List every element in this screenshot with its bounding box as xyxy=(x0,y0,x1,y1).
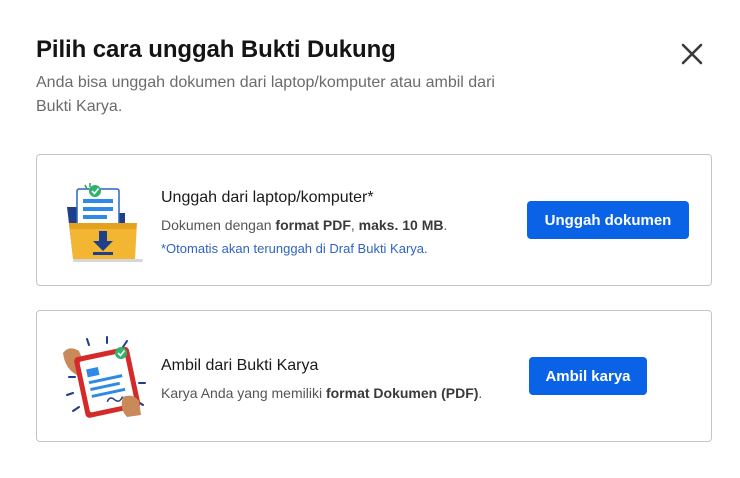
folder-upload-icon xyxy=(63,183,147,263)
option-note: *Otomatis akan terunggah di Draf Bukti K… xyxy=(161,241,428,256)
desc-separator: , xyxy=(350,217,359,233)
portfolio-option-text: Ambil dari Bukti Karya Karya Anda yang m… xyxy=(161,355,482,403)
desc-prefix: Karya Anda yang memiliki xyxy=(161,385,326,401)
tablet-document-icon xyxy=(59,335,149,419)
desc-prefix: Dokumen dengan xyxy=(161,217,276,233)
option-description: Karya Anda yang memiliki format Dokumen … xyxy=(161,383,482,403)
take-from-portfolio-card: Ambil dari Bukti Karya Karya Anda yang m… xyxy=(36,310,712,442)
upload-document-button[interactable]: Unggah dokumen xyxy=(527,201,689,239)
desc-suffix: . xyxy=(443,217,448,233)
option-title: Unggah dari laptop/komputer* xyxy=(161,189,374,206)
take-work-button[interactable]: Ambil karya xyxy=(529,357,647,395)
upload-option-text: Unggah dari laptop/komputer* Dokumen den… xyxy=(161,187,447,259)
close-button[interactable] xyxy=(676,38,708,70)
close-icon xyxy=(681,43,703,65)
upload-from-computer-card: Unggah dari laptop/komputer* Dokumen den… xyxy=(36,154,712,286)
option-description: Dokumen dengan format PDF, maks. 10 MB. xyxy=(161,215,447,235)
option-title: Ambil dari Bukti Karya xyxy=(161,357,319,374)
upload-method-modal: Pilih cara unggah Bukti Dukung Anda bisa… xyxy=(0,0,740,478)
desc-size-limit: maks. 10 MB xyxy=(358,217,444,233)
desc-format: format PDF xyxy=(275,217,351,233)
desc-suffix: . xyxy=(478,385,483,401)
modal-title: Pilih cara unggah Bukti Dukung xyxy=(36,36,396,63)
desc-format: format Dokumen (PDF) xyxy=(325,385,479,401)
modal-subtitle: Anda bisa unggah dokumen dari laptop/kom… xyxy=(36,74,495,115)
